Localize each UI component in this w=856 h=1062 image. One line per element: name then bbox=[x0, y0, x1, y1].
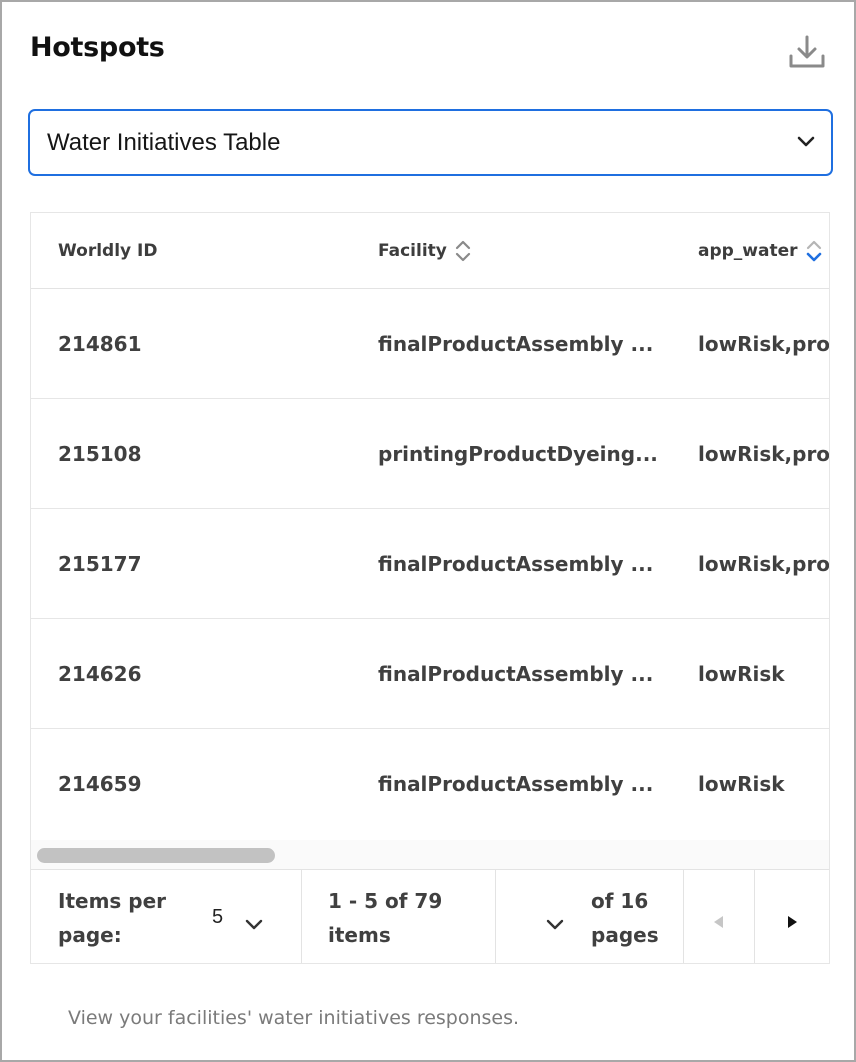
cell-app-water: lowRisk bbox=[698, 772, 785, 796]
cell-worldly-id: 214861 bbox=[58, 331, 142, 356]
chevron-down-icon[interactable] bbox=[546, 912, 564, 930]
cell-worldly-id: 215177 bbox=[58, 551, 142, 576]
next-page-button[interactable] bbox=[755, 870, 829, 963]
hotspots-card: Hotspots Water Initiatives Table Worldly… bbox=[0, 0, 856, 1062]
column-header-label: app_water bbox=[698, 241, 798, 261]
table-row[interactable]: 214861 finalProductAssembly ... lowRisk,… bbox=[31, 289, 830, 399]
range-text-line1: 1 - 5 of 79 bbox=[328, 889, 443, 913]
pagination-bar: Items per page: 5 1 - 5 of 79 items of 1… bbox=[31, 870, 829, 963]
items-per-page-value[interactable]: 5 bbox=[212, 900, 223, 934]
cell-app-water: lowRisk bbox=[698, 661, 785, 686]
table-row[interactable]: 215177 finalProductAssembly ... lowRisk,… bbox=[31, 509, 830, 619]
cell-worldly-id: 214659 bbox=[58, 772, 142, 796]
range-text-line2: items bbox=[328, 923, 391, 947]
download-icon[interactable] bbox=[788, 34, 826, 70]
cell-facility: finalProductAssembly ... bbox=[378, 551, 654, 576]
items-per-page-section: Items per page: 5 bbox=[31, 870, 302, 963]
sort-icon[interactable] bbox=[455, 239, 471, 263]
items-per-page-label-line1: Items per bbox=[58, 889, 167, 913]
dropdown-selected-value: Water Initiatives Table bbox=[47, 128, 281, 156]
caret-right-icon bbox=[787, 910, 799, 934]
table-row[interactable]: 214659 finalProductAssembly ... lowRisk bbox=[31, 729, 829, 839]
table-row[interactable]: 214626 finalProductAssembly ... lowRisk bbox=[31, 619, 829, 729]
card-title: Hotspots bbox=[30, 32, 165, 63]
cell-worldly-id: 215108 bbox=[58, 441, 142, 466]
caret-left-icon bbox=[712, 910, 724, 934]
column-header-label: Facility bbox=[378, 241, 447, 261]
chevron-down-icon bbox=[797, 135, 815, 149]
table-select-dropdown[interactable]: Water Initiatives Table bbox=[28, 109, 833, 176]
cell-facility: finalProductAssembly ... bbox=[378, 772, 654, 796]
page-select-section: of 16 pages bbox=[496, 870, 684, 963]
card-description: View your facilities' water initiatives … bbox=[68, 1007, 520, 1029]
chevron-down-icon[interactable] bbox=[245, 912, 263, 930]
horizontal-scrollbar[interactable] bbox=[31, 840, 829, 870]
column-header-worldly-id[interactable]: Worldly ID bbox=[58, 213, 157, 289]
scrollbar-thumb[interactable] bbox=[37, 848, 275, 863]
table-row[interactable]: 215108 printingProductDyeing... lowRisk,… bbox=[31, 399, 830, 509]
of-pages-line1: of 16 bbox=[591, 889, 649, 913]
column-header-facility[interactable]: Facility bbox=[378, 213, 471, 289]
cell-app-water: lowRisk,prod bbox=[698, 551, 830, 576]
cell-facility: printingProductDyeing... bbox=[378, 441, 658, 466]
items-per-page-label-line2: page: bbox=[58, 923, 122, 947]
column-header-app-water[interactable]: app_water bbox=[698, 213, 822, 289]
previous-page-button[interactable] bbox=[684, 870, 755, 963]
cell-facility: finalProductAssembly ... bbox=[378, 661, 654, 686]
of-pages-line2: pages bbox=[591, 923, 659, 947]
cell-worldly-id: 214626 bbox=[58, 661, 142, 686]
column-header-label: Worldly ID bbox=[58, 241, 158, 261]
cell-app-water: lowRisk,prod bbox=[698, 331, 830, 356]
sort-descending-icon[interactable] bbox=[806, 239, 822, 263]
cell-facility: finalProductAssembly ... bbox=[378, 331, 654, 356]
range-section: 1 - 5 of 79 items bbox=[302, 870, 496, 963]
water-initiatives-table: Worldly ID Facility app_water 214861 fin… bbox=[30, 212, 830, 964]
table-header: Worldly ID Facility app_water bbox=[31, 213, 829, 289]
cell-app-water: lowRisk,prod bbox=[698, 441, 830, 466]
